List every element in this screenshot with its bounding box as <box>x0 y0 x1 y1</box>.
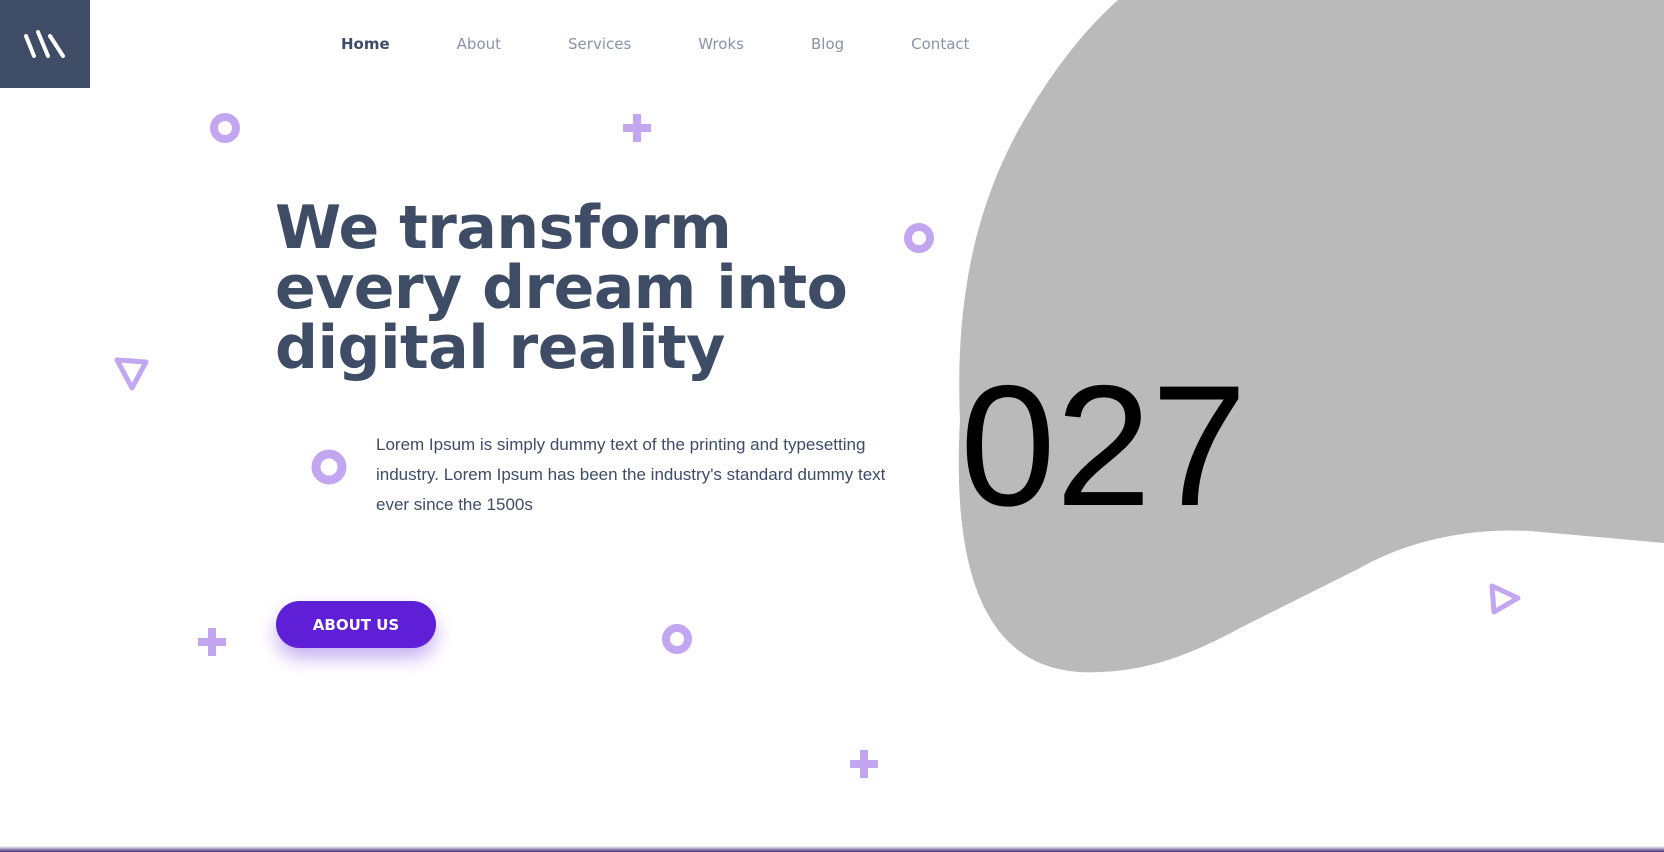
triangle-icon <box>114 357 149 391</box>
triangle-icon <box>1489 583 1521 615</box>
hero-headline-line: every dream into <box>275 253 848 323</box>
ring-icon <box>210 113 240 143</box>
main-nav: Home About Services Wroks Blog Contact <box>341 30 970 58</box>
nav-wroks[interactable]: Wroks <box>698 30 744 58</box>
landing-page: Home About Services Wroks Blog Contact W… <box>0 0 1664 852</box>
hero-headline-line: We transform <box>275 193 732 263</box>
hero-description: Lorem Ipsum is simply dummy text of the … <box>376 435 886 514</box>
about-us-button[interactable]: ABOUT US <box>276 601 436 648</box>
section-divider <box>0 846 1664 852</box>
logo-home-link[interactable] <box>0 0 90 88</box>
nav-contact[interactable]: Contact <box>911 30 969 58</box>
three-slashes-logo-icon <box>24 30 65 58</box>
nav-blog[interactable]: Blog <box>811 30 844 58</box>
plus-icon <box>198 628 226 656</box>
ring-icon <box>904 223 934 253</box>
plus-icon <box>850 750 878 778</box>
ring-icon <box>311 449 347 485</box>
nav-home[interactable]: Home <box>341 30 390 58</box>
nav-about[interactable]: About <box>457 30 501 58</box>
hero-headline-line: digital reality <box>275 313 725 383</box>
image-placeholder-number: 027 <box>960 350 1247 542</box>
plus-icon <box>623 114 651 142</box>
ring-icon <box>662 624 692 654</box>
nav-services[interactable]: Services <box>568 30 631 58</box>
hero-image-blob <box>958 0 1664 673</box>
hero-headline: We transform every dream into digital re… <box>275 198 895 378</box>
